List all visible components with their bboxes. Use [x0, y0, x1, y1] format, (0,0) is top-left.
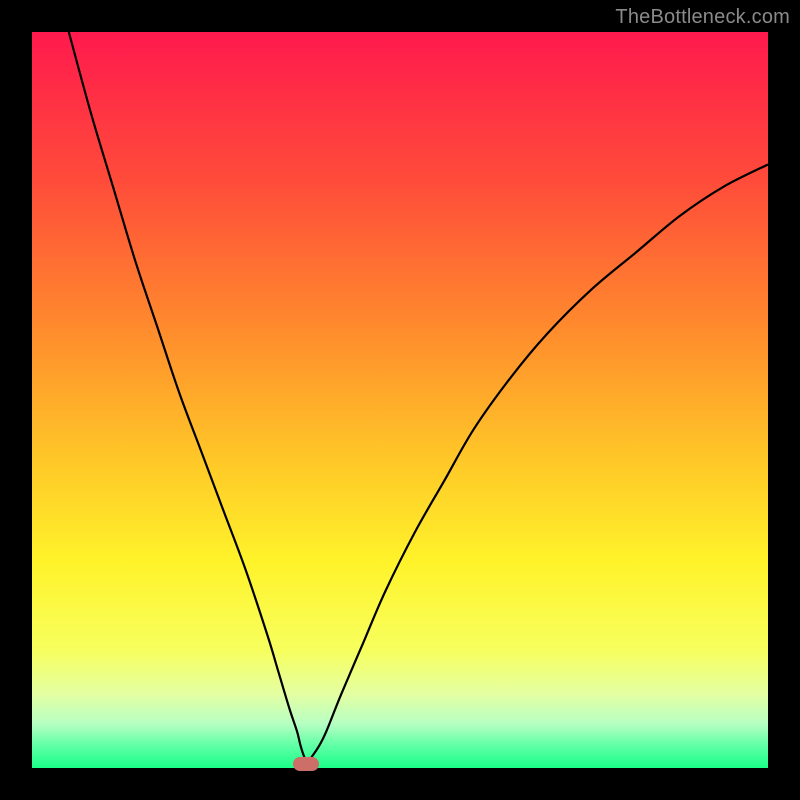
- watermark-text: TheBottleneck.com: [615, 6, 790, 29]
- minimum-marker: [293, 757, 319, 771]
- bottleneck-chart: [32, 32, 768, 768]
- chart-frame: [32, 32, 768, 768]
- gradient-background: [32, 32, 768, 768]
